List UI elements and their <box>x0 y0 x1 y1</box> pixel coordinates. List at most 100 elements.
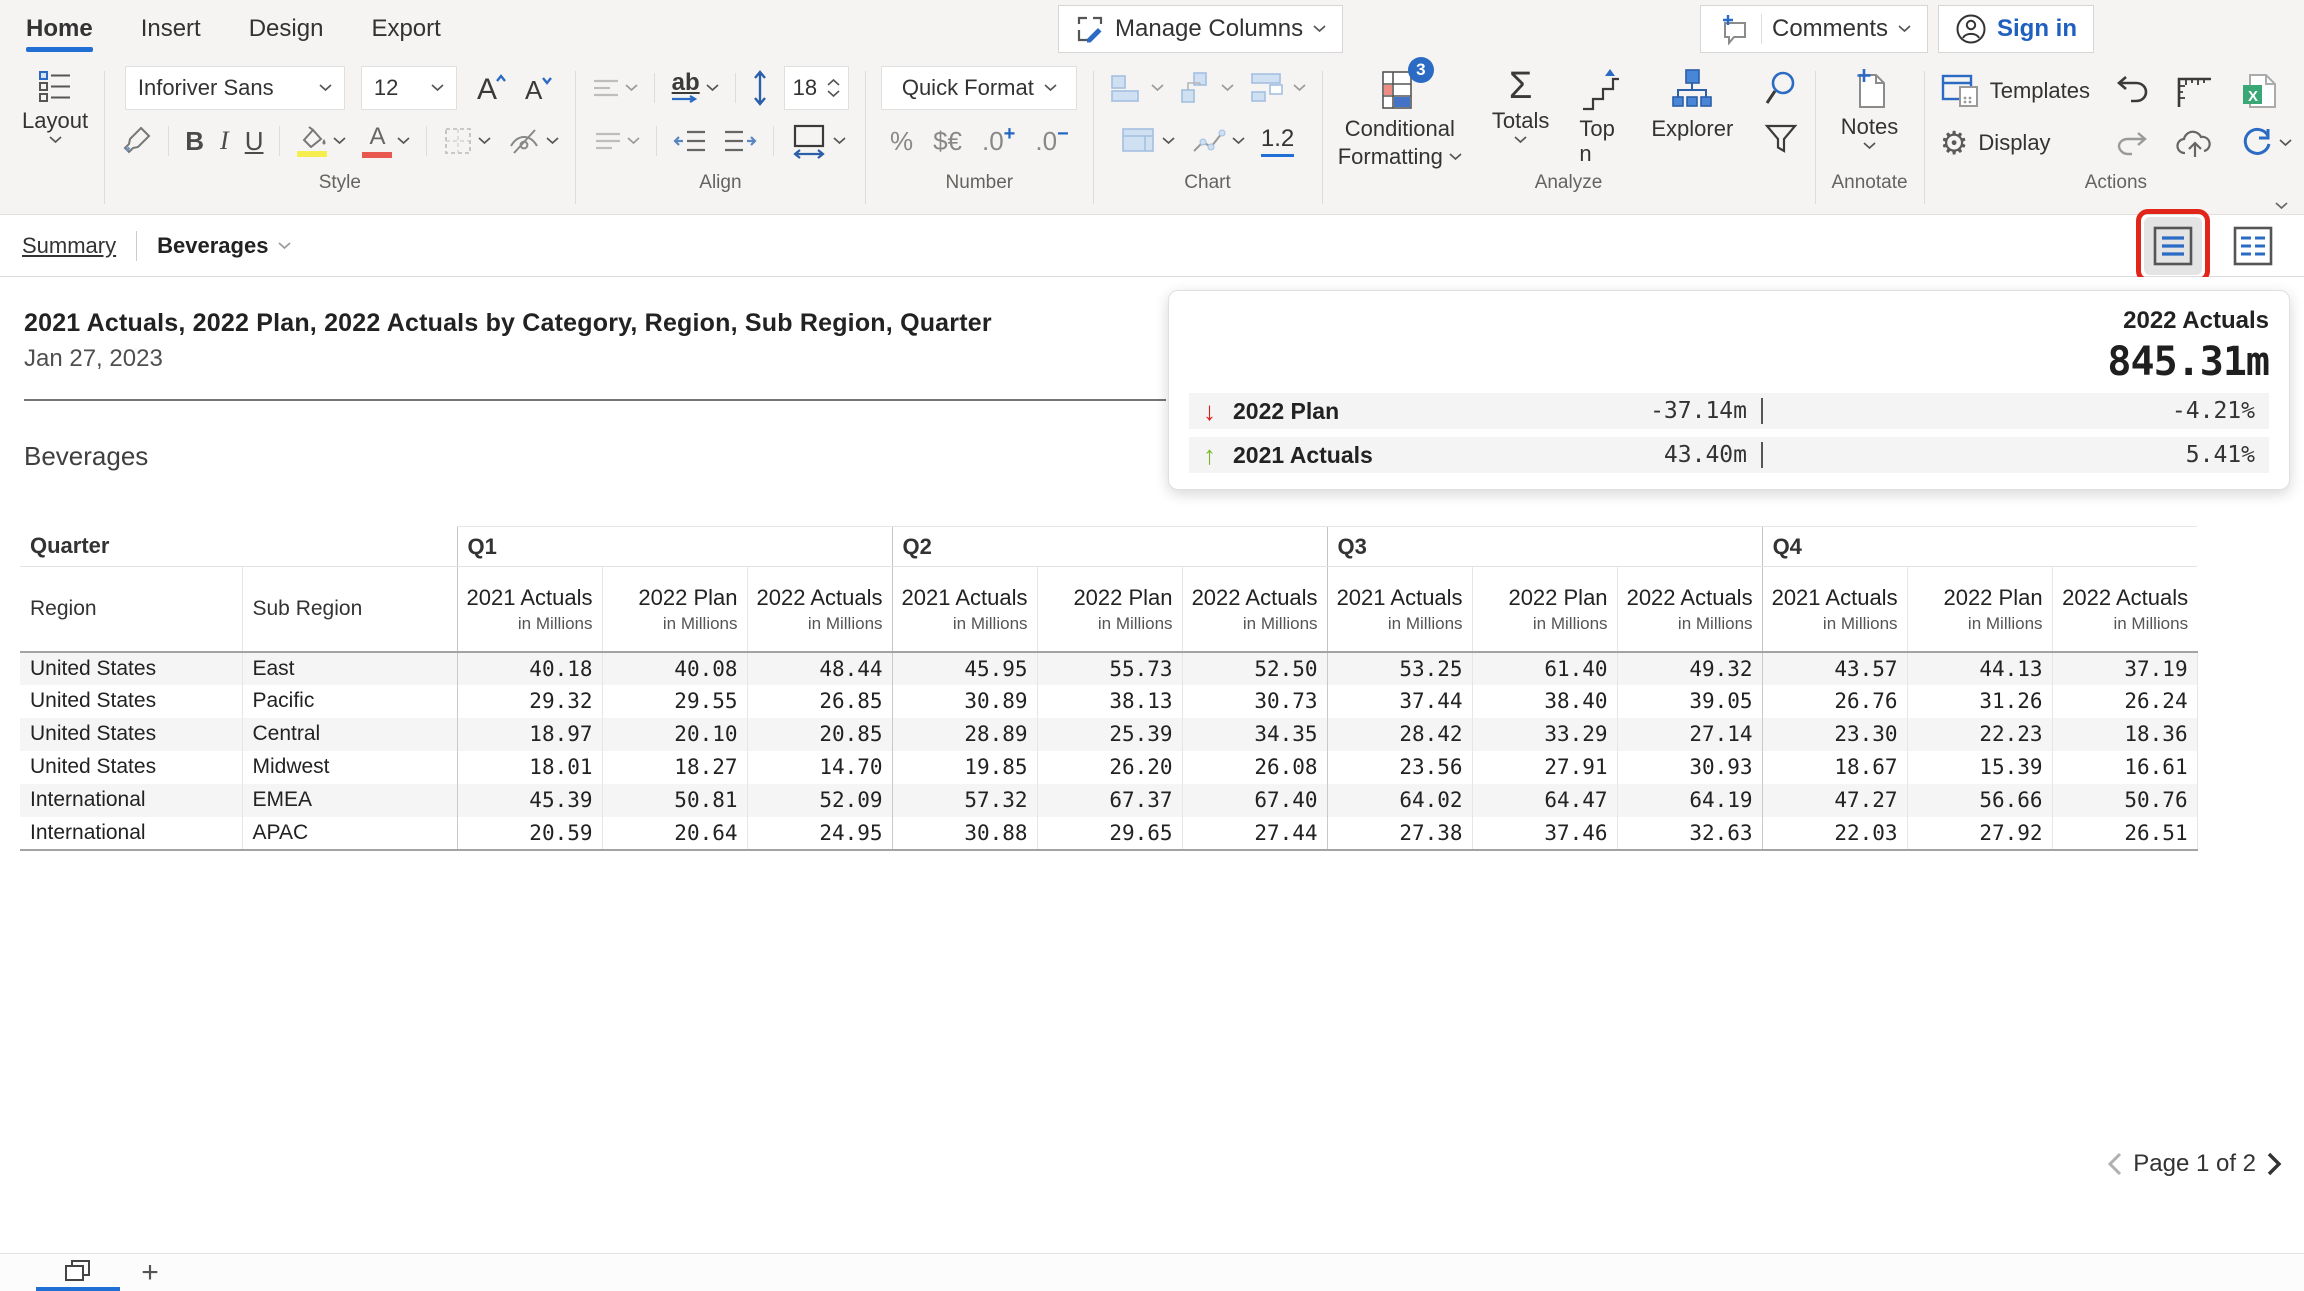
undo-button[interactable] <box>2114 75 2150 107</box>
value-cell[interactable]: 20.59 <box>457 817 602 850</box>
subregion-cell[interactable]: Pacific <box>242 685 457 718</box>
redo-button[interactable] <box>2114 129 2150 157</box>
currency-format-button[interactable]: $€ <box>933 126 962 157</box>
metric-header[interactable]: 2021 Actualsin Millions <box>1327 567 1472 652</box>
value-cell[interactable]: 18.01 <box>457 751 602 784</box>
region-cell[interactable]: United States <box>20 652 242 685</box>
value-cell[interactable]: 40.08 <box>602 652 747 685</box>
column-width-button[interactable] <box>790 122 846 160</box>
metric-header[interactable]: 2022 Planin Millions <box>602 567 747 652</box>
metric-header[interactable]: 2022 Actualsin Millions <box>1182 567 1327 652</box>
conditional-formatting-button[interactable]: 3 Conditional Formatting <box>1338 67 1462 170</box>
templates-button[interactable]: Templates <box>1940 73 2090 109</box>
value-cell[interactable]: 53.25 <box>1327 652 1472 685</box>
value-cell[interactable]: 26.20 <box>1037 751 1182 784</box>
next-page-button[interactable] <box>2266 1152 2282 1176</box>
metric-header[interactable]: 2022 Actualsin Millions <box>1617 567 1762 652</box>
value-cell[interactable]: 20.85 <box>747 718 892 751</box>
value-cell[interactable]: 26.08 <box>1182 751 1327 784</box>
metric-header[interactable]: 2022 Planin Millions <box>1472 567 1617 652</box>
tab-design[interactable]: Design <box>249 0 324 57</box>
value-cell[interactable]: 61.40 <box>1472 652 1617 685</box>
top-n-button[interactable]: Top n <box>1579 67 1621 167</box>
explorer-button[interactable]: Explorer <box>1651 67 1733 141</box>
value-cell[interactable]: 52.09 <box>747 784 892 817</box>
combo-chart-button[interactable] <box>1250 72 1306 104</box>
value-cell[interactable]: 29.32 <box>457 685 602 718</box>
value-cell[interactable]: 64.02 <box>1327 784 1472 817</box>
decrease-font-button[interactable]: A <box>523 71 555 105</box>
value-cell[interactable]: 22.03 <box>1762 817 1907 850</box>
metric-header[interactable]: 2021 Actualsin Millions <box>457 567 602 652</box>
previous-page-button[interactable] <box>2107 1152 2123 1176</box>
display-button[interactable]: ⚙ Display <box>1940 127 2090 159</box>
value-cell[interactable]: 52.50 <box>1182 652 1327 685</box>
value-cell[interactable]: 14.70 <box>747 751 892 784</box>
value-cell[interactable]: 24.95 <box>747 817 892 850</box>
row-height-stepper[interactable]: 18 <box>784 66 849 110</box>
value-cell[interactable]: 67.37 <box>1037 784 1182 817</box>
subregion-header[interactable]: Sub Region <box>242 567 457 652</box>
value-cell[interactable]: 26.24 <box>2052 685 2197 718</box>
borders-button[interactable] <box>443 126 491 156</box>
value-cell[interactable]: 47.27 <box>1762 784 1907 817</box>
quarter-header-q3[interactable]: Q3 <box>1327 527 1762 567</box>
metric-header[interactable]: 2021 Actualsin Millions <box>1762 567 1907 652</box>
quick-format-select[interactable]: Quick Format <box>881 66 1077 110</box>
value-cell[interactable]: 45.39 <box>457 784 602 817</box>
value-cell[interactable]: 39.05 <box>1617 685 1762 718</box>
value-cell[interactable]: 18.27 <box>602 751 747 784</box>
subregion-cell[interactable]: Central <box>242 718 457 751</box>
value-cell[interactable]: 67.40 <box>1182 784 1327 817</box>
add-page-button[interactable]: + <box>120 1254 180 1291</box>
value-cell[interactable]: 29.65 <box>1037 817 1182 850</box>
quarter-header-q1[interactable]: Q1 <box>457 527 892 567</box>
font-name-select[interactable]: Inforiver Sans <box>125 66 345 110</box>
layout-button[interactable]: Layout <box>22 67 88 144</box>
value-cell[interactable]: 31.26 <box>1907 685 2052 718</box>
value-cell[interactable]: 20.64 <box>602 817 747 850</box>
value-cell[interactable]: 26.76 <box>1762 685 1907 718</box>
value-cell[interactable]: 64.47 <box>1472 784 1617 817</box>
cloud-upload-button[interactable] <box>2174 127 2216 159</box>
value-cell[interactable]: 30.89 <box>892 685 1037 718</box>
value-cell[interactable]: 38.13 <box>1037 685 1182 718</box>
two-column-view-button[interactable] <box>2224 217 2282 275</box>
region-cell[interactable]: United States <box>20 751 242 784</box>
refresh-button[interactable] <box>2240 127 2292 159</box>
metric-header[interactable]: 2022 Actualsin Millions <box>747 567 892 652</box>
value-cell[interactable]: 27.38 <box>1327 817 1472 850</box>
value-cell[interactable]: 49.32 <box>1617 652 1762 685</box>
metric-header[interactable]: 2022 Planin Millions <box>1037 567 1182 652</box>
value-cell[interactable]: 30.73 <box>1182 685 1327 718</box>
table-chart-button[interactable] <box>1121 127 1175 155</box>
value-cell[interactable]: 33.29 <box>1472 718 1617 751</box>
value-cell[interactable]: 50.76 <box>2052 784 2197 817</box>
increase-font-button[interactable]: A <box>473 71 507 105</box>
filter-button[interactable] <box>1764 123 1798 155</box>
notes-button[interactable]: Notes <box>1841 67 1898 150</box>
value-cell[interactable]: 29.55 <box>602 685 747 718</box>
value-cell[interactable]: 16.61 <box>2052 751 2197 784</box>
value-cell[interactable]: 30.88 <box>892 817 1037 850</box>
font-color-button[interactable]: A <box>362 125 410 158</box>
decimal-places-button[interactable]: 1.2 <box>1261 125 1294 157</box>
sparkline-button[interactable] <box>1191 125 1245 157</box>
region-cell[interactable]: United States <box>20 718 242 751</box>
tab-export[interactable]: Export <box>371 0 440 57</box>
value-cell[interactable]: 15.39 <box>1907 751 2052 784</box>
ruler-button[interactable] <box>2174 74 2216 108</box>
excel-export-button[interactable]: X <box>2240 72 2292 110</box>
value-cell[interactable]: 27.44 <box>1182 817 1327 850</box>
value-cell[interactable]: 22.23 <box>1907 718 2052 751</box>
increase-decimal-button[interactable]: .0+ <box>982 126 1015 157</box>
bar-chart-button[interactable] <box>1110 72 1164 104</box>
font-size-select[interactable]: 12 <box>361 66 457 110</box>
region-cell[interactable]: International <box>20 817 242 850</box>
vertical-align-button[interactable] <box>594 130 640 152</box>
value-cell[interactable]: 57.32 <box>892 784 1037 817</box>
value-cell[interactable]: 55.73 <box>1037 652 1182 685</box>
value-cell[interactable]: 40.18 <box>457 652 602 685</box>
value-cell[interactable]: 18.97 <box>457 718 602 751</box>
value-cell[interactable]: 34.35 <box>1182 718 1327 751</box>
